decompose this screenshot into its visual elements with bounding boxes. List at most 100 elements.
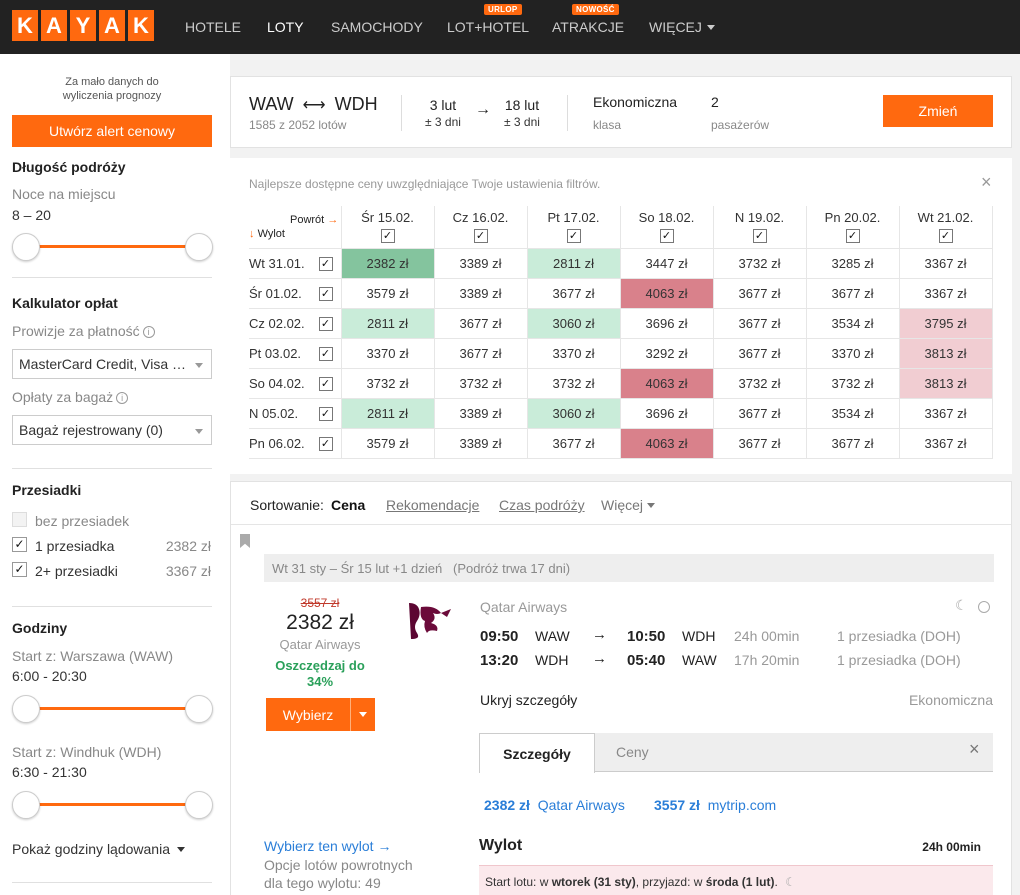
matrix-price-cell[interactable]: 3389 zł (433, 397, 528, 429)
matrix-price-cell[interactable]: 3732 zł (433, 367, 528, 399)
create-price-alert-button[interactable]: Utwórz alert cenowy (12, 115, 212, 147)
return-date[interactable]: 18 lut ± 3 dni (504, 97, 540, 129)
col-checkbox[interactable]: ✓ (659, 229, 674, 243)
matrix-price-cell[interactable]: 3677 zł (526, 427, 621, 459)
matrix-price-cell[interactable]: 3060 zł (526, 397, 621, 429)
matrix-price-cell[interactable]: 3389 zł (433, 427, 528, 459)
depart-date[interactable]: 3 lut ± 3 dni (425, 97, 461, 129)
matrix-price-cell[interactable]: 3370 zł (526, 337, 621, 369)
matrix-price-cell[interactable]: 2811 zł (526, 247, 621, 279)
matrix-price-cell[interactable]: 3732 zł (712, 367, 807, 399)
matrix-price-cell[interactable]: 3696 zł (619, 397, 714, 429)
matrix-price-cell[interactable]: 3677 zł (805, 277, 900, 309)
matrix-price-cell[interactable]: 3367 zł (898, 427, 993, 459)
matrix-col-header[interactable]: So 18.02. ✓ (619, 206, 714, 249)
route[interactable]: WAW ⟷ WDH (249, 94, 378, 115)
matrix-price-cell[interactable]: 3813 zł (898, 367, 993, 399)
kayak-logo[interactable]: K A Y A K (12, 10, 154, 41)
matrix-price-cell[interactable]: 3367 zł (898, 397, 993, 429)
nights-slider-track[interactable] (26, 245, 198, 248)
close-icon[interactable]: × (981, 172, 992, 193)
matrix-price-cell[interactable]: 3732 zł (712, 247, 807, 279)
matrix-col-header[interactable]: N 19.02. ✓ (712, 206, 807, 249)
matrix-price-cell[interactable]: 3534 zł (805, 397, 900, 429)
wdh-hours-slider-track[interactable] (26, 803, 198, 806)
nav-cars[interactable]: SAMOCHODY (331, 0, 423, 54)
matrix-price-cell[interactable]: 3677 zł (712, 427, 807, 459)
matrix-price-cell[interactable]: 4063 zł (619, 427, 714, 459)
matrix-price-cell[interactable]: 3813 zł (898, 337, 993, 369)
matrix-price-cell[interactable]: 3389 zł (433, 277, 528, 309)
matrix-price-cell[interactable]: 3677 zł (712, 397, 807, 429)
waw-hours-slider-track[interactable] (26, 707, 198, 710)
change-search-button[interactable]: Zmień (883, 95, 993, 127)
matrix-price-cell[interactable]: 4063 zł (619, 277, 714, 309)
matrix-price-cell[interactable]: 3677 zł (712, 307, 807, 339)
matrix-price-cell[interactable]: 3677 zł (712, 337, 807, 369)
matrix-price-cell[interactable]: 3534 zł (805, 307, 900, 339)
choose-this-flight-link[interactable]: Wybierz ten wylot → (264, 838, 391, 854)
nights-slider-min-handle[interactable] (12, 233, 40, 261)
stops-two-plus-checkbox[interactable]: ✓ (12, 562, 27, 577)
row-checkbox[interactable]: ✓ (318, 436, 333, 451)
show-landing-hours-toggle[interactable]: Pokaż godziny lądowania (12, 841, 185, 857)
hide-details-link[interactable]: Ukryj szczegóły (480, 692, 577, 708)
matrix-price-cell[interactable]: 4063 zł (619, 367, 714, 399)
matrix-price-cell[interactable]: 3370 zł (340, 337, 435, 369)
row-checkbox[interactable]: ✓ (318, 376, 333, 391)
matrix-col-header[interactable]: Cz 16.02. ✓ (433, 206, 528, 249)
matrix-col-header[interactable]: Pn 20.02. ✓ (805, 206, 900, 249)
matrix-price-cell[interactable]: 3732 zł (805, 367, 900, 399)
matrix-col-header[interactable]: Pt 17.02. ✓ (526, 206, 621, 249)
sort-recommendations[interactable]: Rekomendacje (386, 497, 479, 513)
stops-one-checkbox[interactable]: ✓ (12, 537, 27, 552)
matrix-price-cell[interactable]: 3696 zł (619, 307, 714, 339)
matrix-row-header[interactable]: Pt 03.02. ✓ (249, 337, 342, 369)
waw-hours-slider-min-handle[interactable] (12, 695, 40, 723)
tab-details[interactable]: Szczegóły (479, 733, 595, 773)
matrix-price-cell[interactable]: 3677 zł (805, 427, 900, 459)
col-checkbox[interactable]: ✓ (566, 229, 581, 243)
matrix-price-cell[interactable]: 2811 zł (340, 307, 435, 339)
info-icon[interactable]: i (142, 326, 155, 338)
row-checkbox[interactable]: ✓ (318, 406, 333, 421)
wdh-hours-slider-max-handle[interactable] (185, 791, 213, 819)
matrix-price-cell[interactable]: 3677 zł (526, 277, 621, 309)
close-icon[interactable]: × (969, 739, 980, 760)
matrix-price-cell[interactable]: 3447 zł (619, 247, 714, 279)
matrix-col-header[interactable]: Śr 15.02. ✓ (340, 206, 435, 249)
row-checkbox[interactable]: ✓ (318, 286, 333, 301)
row-checkbox[interactable]: ✓ (318, 346, 333, 361)
tab-prices[interactable]: Ceny (616, 744, 649, 760)
matrix-price-cell[interactable]: 3677 zł (433, 307, 528, 339)
payment-method-select[interactable]: MasterCard Credit, Visa … (12, 349, 212, 379)
row-checkbox[interactable]: ✓ (318, 256, 333, 271)
wdh-hours-slider-min-handle[interactable] (12, 791, 40, 819)
sort-price[interactable]: Cena (331, 497, 365, 513)
sort-more[interactable]: Więcej (601, 497, 655, 513)
col-checkbox[interactable]: ✓ (473, 229, 488, 243)
matrix-price-cell[interactable]: 3579 zł (340, 427, 435, 459)
select-options-dropdown[interactable] (350, 698, 375, 731)
provider-qatar[interactable]: 2382 zł Qatar Airways (484, 797, 625, 813)
nights-slider-max-handle[interactable] (185, 233, 213, 261)
matrix-price-cell[interactable]: 3367 zł (898, 247, 993, 279)
col-checkbox[interactable]: ✓ (845, 229, 860, 243)
matrix-price-cell[interactable]: 3367 zł (898, 277, 993, 309)
passengers[interactable]: 2 pasażerów (711, 94, 769, 132)
matrix-col-header[interactable]: Wt 21.02. ✓ (898, 206, 993, 249)
nav-more[interactable]: WIĘCEJ (649, 0, 715, 54)
matrix-row-header[interactable]: So 04.02. ✓ (249, 367, 342, 399)
matrix-price-cell[interactable]: 3285 zł (805, 247, 900, 279)
matrix-price-cell[interactable]: 3677 zł (712, 277, 807, 309)
matrix-price-cell[interactable]: 3732 zł (526, 367, 621, 399)
matrix-row-header[interactable]: Cz 02.02. ✓ (249, 307, 342, 339)
stops-two-plus-label[interactable]: 2+ przesiadki (35, 563, 118, 579)
matrix-price-cell[interactable]: 3732 zł (340, 367, 435, 399)
waw-hours-slider-max-handle[interactable] (185, 695, 213, 723)
matrix-price-cell[interactable]: 3579 zł (340, 277, 435, 309)
baggage-select[interactable]: Bagaż rejestrowany (0) (12, 415, 212, 445)
matrix-row-header[interactable]: Wt 31.01. ✓ (249, 247, 342, 279)
col-checkbox[interactable]: ✓ (380, 229, 395, 243)
matrix-price-cell[interactable]: 3292 zł (619, 337, 714, 369)
